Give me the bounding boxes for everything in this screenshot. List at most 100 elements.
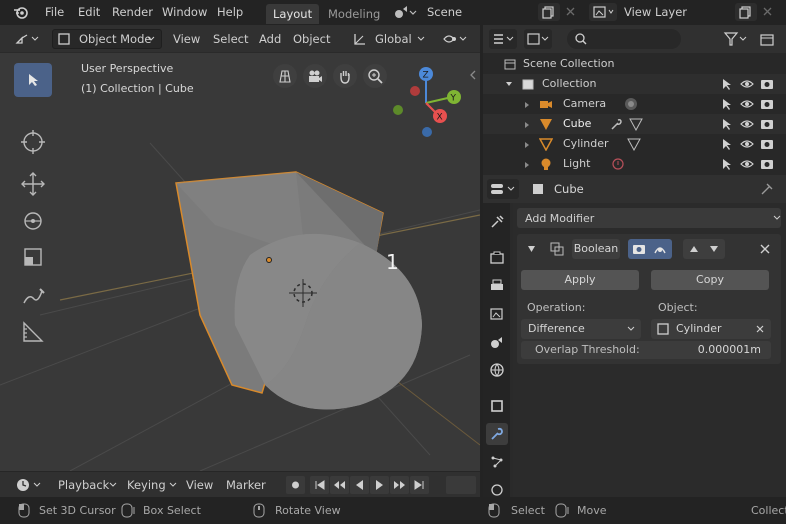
annotate-tool[interactable]: [14, 279, 52, 313]
blender-logo-icon[interactable]: [12, 5, 30, 20]
new-scene-button[interactable]: [538, 3, 560, 21]
scale-tool[interactable]: [14, 240, 52, 274]
eye-icon[interactable]: [740, 117, 754, 131]
zoom-view-button[interactable]: [363, 64, 387, 88]
selectable-arrow-icon[interactable]: [720, 157, 734, 171]
menu-help[interactable]: Help: [217, 5, 243, 19]
menu-marker[interactable]: Marker: [226, 478, 266, 492]
tab-physics[interactable]: [486, 477, 508, 499]
toggle-grid-button[interactable]: [273, 64, 297, 88]
modifier-visibility-toggles[interactable]: [628, 239, 672, 259]
eye-icon[interactable]: [740, 157, 754, 171]
tab-view-layer[interactable]: [486, 303, 508, 325]
expand-arrow-icon[interactable]: [523, 161, 531, 169]
expand-arrow-icon[interactable]: [523, 141, 531, 149]
eye-icon[interactable]: [740, 97, 754, 111]
selectable-arrow-icon[interactable]: [720, 77, 734, 91]
tab-render[interactable]: [486, 247, 508, 269]
new-collection-icon[interactable]: [759, 31, 775, 47]
3d-viewport[interactable]: Object Mode View Select Add Object Globa…: [0, 25, 480, 471]
camera-view-button[interactable]: [303, 64, 327, 88]
menu-render[interactable]: Render: [112, 5, 153, 19]
new-view-layer-button[interactable]: [735, 3, 757, 21]
render-camera-icon[interactable]: [760, 77, 774, 91]
tab-tool[interactable]: [486, 211, 508, 233]
outliner-collection[interactable]: Collection: [483, 74, 786, 94]
view-layer-name[interactable]: View Layer: [624, 5, 687, 19]
chevron-down-icon[interactable]: [417, 35, 425, 43]
menu-playback[interactable]: Playback: [58, 478, 109, 492]
menu-select[interactable]: Select: [213, 32, 248, 46]
outliner-item-light[interactable]: Light: [483, 154, 786, 174]
collapse-arrow-icon[interactable]: [527, 245, 536, 253]
measure-tool[interactable]: [14, 315, 52, 349]
delete-scene-button[interactable]: [560, 3, 582, 21]
arrow-up-icon[interactable]: [689, 244, 699, 254]
scene-icon[interactable]: [393, 5, 417, 20]
render-camera-icon[interactable]: [632, 242, 646, 256]
tab-modifiers[interactable]: [486, 423, 508, 445]
pan-view-button[interactable]: [333, 64, 357, 88]
expand-arrow-icon[interactable]: [523, 121, 531, 129]
render-camera-icon[interactable]: [760, 117, 774, 131]
menu-file[interactable]: File: [45, 5, 64, 19]
pivot-point-icon[interactable]: [440, 30, 470, 48]
tab-scene[interactable]: [486, 331, 508, 353]
render-camera-icon[interactable]: [760, 137, 774, 151]
editor-type-icon[interactable]: [14, 31, 42, 47]
outliner-scene-collection[interactable]: Scene Collection: [483, 54, 786, 74]
menu-view[interactable]: View: [173, 32, 200, 46]
rotate-tool[interactable]: [14, 204, 52, 238]
arrow-down-icon[interactable]: [709, 244, 719, 254]
clear-icon[interactable]: [755, 324, 765, 334]
object-field[interactable]: Cylinder: [651, 319, 771, 339]
expand-arrow-icon[interactable]: [523, 101, 531, 109]
move-tool[interactable]: [14, 167, 52, 201]
outliner-editor-type[interactable]: [489, 29, 517, 49]
clock-icon[interactable]: [15, 477, 45, 493]
expand-arrow-icon[interactable]: [505, 80, 513, 88]
copy-button[interactable]: Copy: [651, 270, 769, 290]
outliner-item-camera[interactable]: Camera: [483, 94, 786, 114]
delete-view-layer-button[interactable]: [757, 3, 779, 21]
tab-world[interactable]: [486, 359, 508, 381]
next-keyframe-button[interactable]: [390, 476, 409, 494]
view-layer-selector[interactable]: [589, 3, 617, 21]
modifier-move-buttons[interactable]: [683, 239, 725, 259]
play-button[interactable]: [370, 476, 389, 494]
sidebar-toggle-icon[interactable]: [468, 69, 478, 81]
cursor-tool[interactable]: [14, 125, 52, 159]
outliner-item-cylinder[interactable]: Cylinder: [483, 134, 786, 154]
render-camera-icon[interactable]: [760, 157, 774, 171]
outliner-search-input[interactable]: [567, 29, 681, 49]
menu-timeline-view[interactable]: View: [186, 478, 213, 492]
filter-icon[interactable]: [723, 31, 749, 47]
overlap-threshold-slider[interactable]: Overlap Threshold: 0.000001m: [521, 341, 771, 359]
tab-layout[interactable]: Layout: [266, 4, 320, 24]
transform-orientation-icon[interactable]: [352, 31, 370, 47]
tab-object[interactable]: [486, 395, 508, 417]
menu-window[interactable]: Window: [162, 5, 207, 19]
selectable-arrow-icon[interactable]: [720, 97, 734, 111]
selectable-arrow-icon[interactable]: [720, 117, 734, 131]
render-camera-icon[interactable]: [760, 97, 774, 111]
outliner-item-cube[interactable]: Cube: [483, 114, 786, 134]
prev-keyframe-button[interactable]: [330, 476, 349, 494]
modifier-name-field[interactable]: Boolean: [572, 239, 620, 259]
add-modifier-dropdown[interactable]: Add Modifier: [517, 208, 781, 228]
realtime-monitor-icon[interactable]: [653, 242, 667, 256]
operation-dropdown[interactable]: Difference: [521, 319, 641, 339]
eye-icon[interactable]: [740, 77, 754, 91]
display-mode-dropdown[interactable]: [524, 29, 552, 49]
tab-output[interactable]: [486, 275, 508, 297]
eye-icon[interactable]: [740, 137, 754, 151]
chevron-down-icon[interactable]: [169, 481, 177, 489]
tab-modeling[interactable]: Modeling: [321, 4, 387, 24]
jump-end-button[interactable]: [410, 476, 429, 494]
play-reverse-button[interactable]: [350, 476, 369, 494]
apply-button[interactable]: Apply: [521, 270, 639, 290]
menu-edit[interactable]: Edit: [78, 5, 100, 19]
current-frame-field[interactable]: [446, 476, 476, 494]
navigation-gizmo[interactable]: Z Y X: [388, 65, 468, 139]
close-icon[interactable]: [758, 242, 772, 256]
